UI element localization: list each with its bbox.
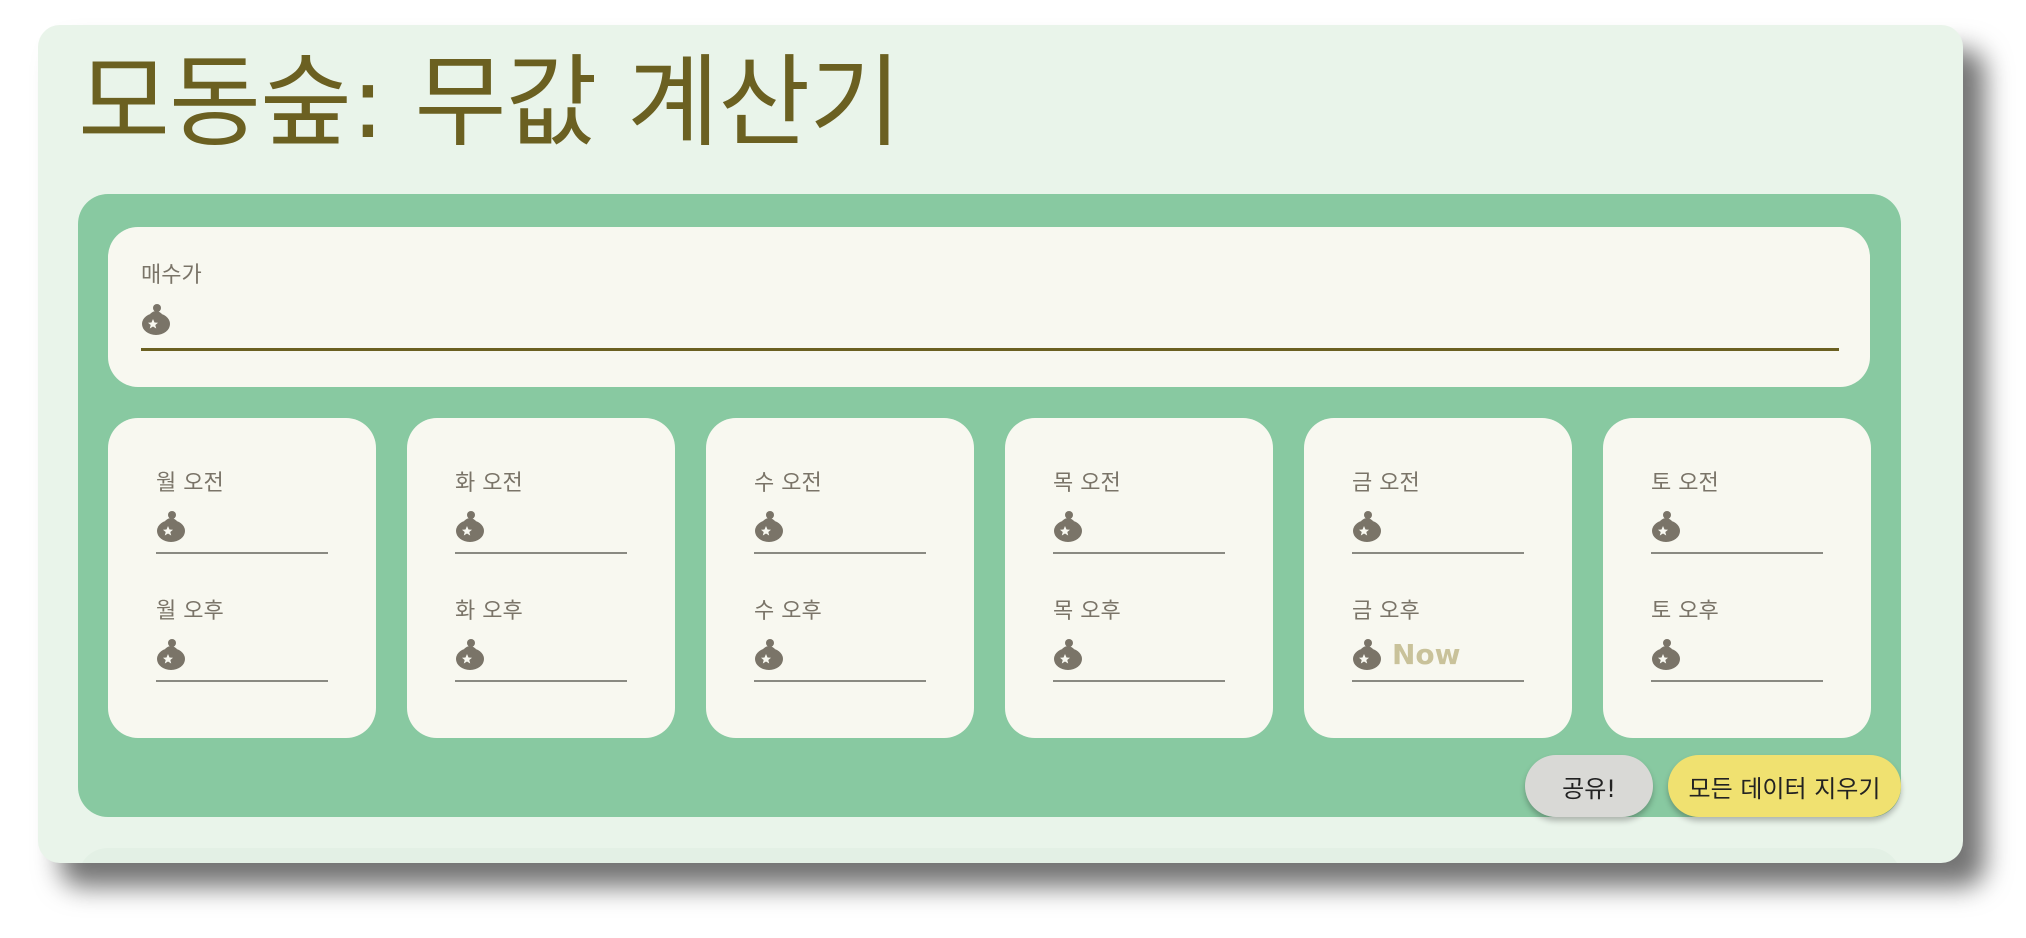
bell-bag-icon [455,638,485,670]
price-label-sat-pm: 토 오후 [1651,599,1719,624]
buy-price-label: 매수가 [141,263,202,288]
price-label-tue-pm: 화 오후 [455,599,523,624]
price-input-thu-am[interactable] [1089,509,1227,543]
day-card-wed: 수 오전수 오후 [706,418,974,738]
price-input-underline [156,552,328,554]
price-input-underline [455,680,627,682]
price-input-sat-am[interactable] [1687,509,1825,543]
bell-bag-icon [1352,510,1382,542]
bell-bag-icon [754,510,784,542]
price-label-thu-am: 목 오전 [1053,471,1121,496]
price-label-mon-am: 월 오전 [156,471,224,496]
buy-price-underline [141,348,1839,351]
day-card-mon: 월 오전월 오후 [108,418,376,738]
price-input-underline [156,680,328,682]
bell-bag-icon [156,638,186,670]
price-input-mon-pm[interactable] [192,637,330,671]
price-input-underline [1352,680,1524,682]
price-input-underline [1053,552,1225,554]
bell-bag-icon [1053,638,1083,670]
price-input-underline [1651,680,1823,682]
price-input-underline [1651,552,1823,554]
price-input-underline [754,680,926,682]
price-label-wed-pm: 수 오후 [754,599,822,624]
price-input-underline [1352,552,1524,554]
bell-bag-icon [455,510,485,542]
day-card-tue: 화 오전화 오후 [407,418,675,738]
price-label-wed-am: 수 오전 [754,471,822,496]
price-input-fri-pm[interactable] [1388,637,1526,671]
day-card-fri: 금 오전금 오후 [1304,418,1572,738]
results-card [78,848,1901,863]
price-input-wed-am[interactable] [790,509,928,543]
day-card-thu: 목 오전목 오후 [1005,418,1273,738]
bell-bag-icon [1651,510,1681,542]
price-input-fri-am[interactable] [1388,509,1526,543]
buy-price-input[interactable] [180,300,1824,342]
price-input-wed-pm[interactable] [790,637,928,671]
price-input-underline [754,552,926,554]
day-card-sat: 토 오전토 오후 [1603,418,1871,738]
bell-bag-icon [754,638,784,670]
bell-bag-icon [1651,638,1681,670]
price-label-sat-am: 토 오전 [1651,471,1719,496]
bell-bag-icon [1352,638,1382,670]
price-input-underline [1053,680,1225,682]
price-label-thu-pm: 목 오후 [1053,599,1121,624]
share-button[interactable]: 공유! [1525,755,1653,817]
price-label-tue-am: 화 오전 [455,471,523,496]
price-input-tue-pm[interactable] [491,637,629,671]
bell-bag-icon [141,303,171,335]
bell-bag-icon [1053,510,1083,542]
page-title: 모동숲: 무값 계산기 [78,44,901,161]
price-label-fri-am: 금 오전 [1352,471,1420,496]
clear-all-data-button[interactable]: 모든 데이터 지우기 [1668,755,1901,817]
price-label-fri-pm: 금 오후 [1352,599,1420,624]
price-input-sat-pm[interactable] [1687,637,1825,671]
bell-bag-icon [156,510,186,542]
app-window: 모동숲: 무값 계산기 매수가 월 오전 월 오후 화 오전 화 오후 수 오전 수 오후… [38,25,1963,863]
price-input-tue-am[interactable] [491,509,629,543]
price-input-thu-pm[interactable] [1089,637,1227,671]
price-input-mon-am[interactable] [192,509,330,543]
price-label-mon-pm: 월 오후 [156,599,224,624]
price-input-underline [455,552,627,554]
